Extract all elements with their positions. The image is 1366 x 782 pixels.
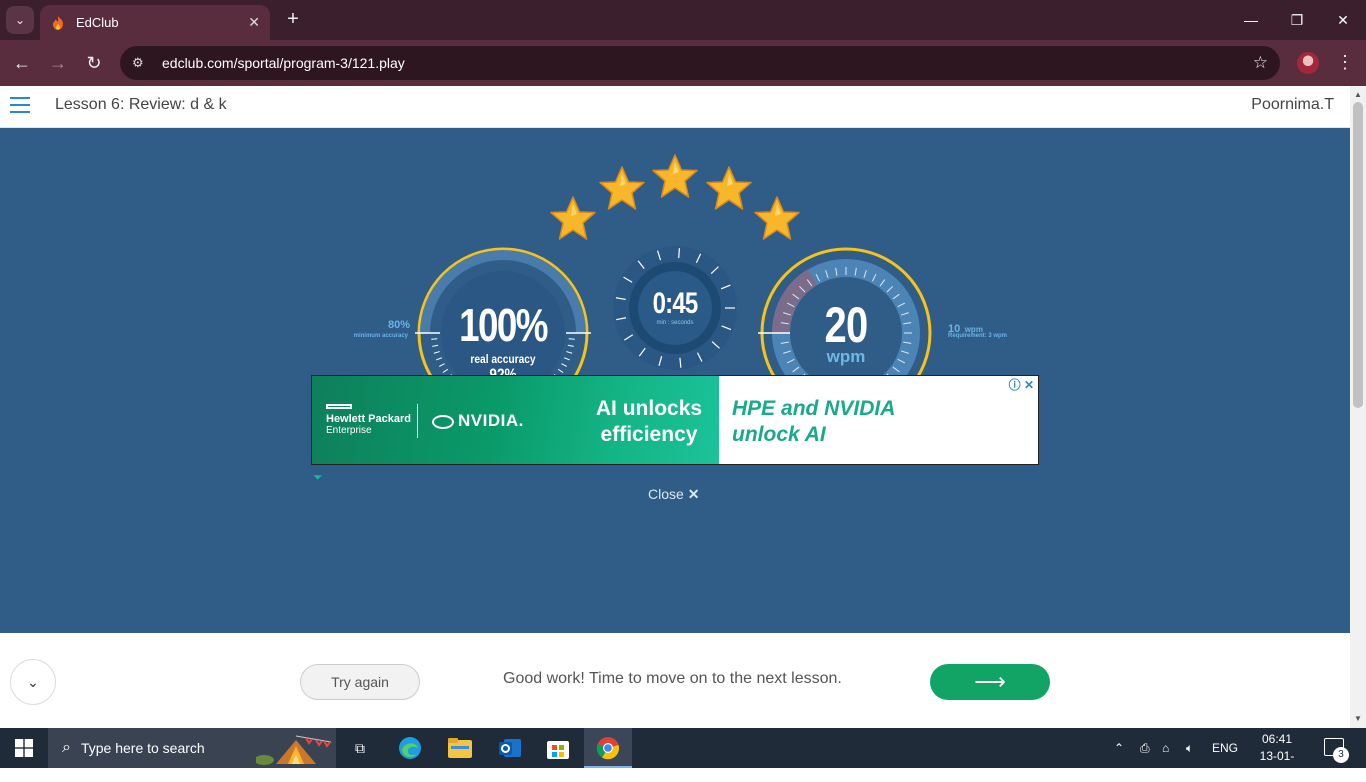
ad-headline: AI unlocks efficiency: [574, 396, 724, 448]
menu-kebab-icon[interactable]: ⋮: [1336, 52, 1354, 73]
search-placeholder: Type here to search: [80, 740, 205, 756]
edge-browser-icon[interactable]: [396, 734, 424, 762]
scroll-down-icon[interactable]: ▼: [1354, 714, 1362, 723]
show-hidden-icons-icon[interactable]: ⌃: [1114, 728, 1124, 768]
chrome-icon[interactable]: [594, 734, 622, 762]
lesson-title: Lesson 6: Review: d & k: [55, 96, 227, 113]
search-icon: ⌕: [62, 739, 71, 756]
nvidia-eye-icon: [432, 414, 454, 429]
new-tab-button[interactable]: +: [282, 8, 304, 30]
hpe-line1: Hewlett Packard: [326, 413, 411, 425]
ad-green-panel: Hewlett Packard Enterprise NVIDIA. AI un…: [312, 376, 719, 464]
nvidia-logo: NVIDIA.: [432, 411, 524, 431]
accuracy-value: 100%: [459, 299, 548, 351]
ad-divider: [417, 404, 418, 438]
microsoft-store-icon[interactable]: [544, 734, 572, 762]
speed-unit: wpm: [826, 347, 866, 366]
result-message: Good work! Time to move on to the next l…: [503, 670, 842, 687]
edclub-favicon-icon: [53, 15, 63, 30]
chevron-down-icon[interactable]: ⌄: [10, 659, 56, 705]
meet-now-icon[interactable]: ⎙: [1140, 728, 1150, 768]
hpe-logo-text: Hewlett Packard Enterprise: [326, 413, 411, 437]
reload-icon[interactable]: ↻: [81, 50, 107, 76]
star-icon: [706, 166, 752, 210]
gauge-tick: [568, 338, 575, 340]
ad-headline-line2: efficiency: [600, 423, 698, 446]
arrow-right-icon: ⟶: [974, 669, 1006, 694]
scroll-thumb[interactable]: [1353, 102, 1363, 408]
windows-start-button[interactable]: [0, 728, 48, 768]
ad-right-line2: unlock AI: [732, 423, 826, 446]
file-explorer-icon[interactable]: [446, 734, 474, 762]
star-icon: [754, 196, 800, 240]
system-clock[interactable]: 06:41 13-01-2025: [1248, 731, 1306, 782]
adchoices-icon[interactable]: ⓘ ✕: [1006, 376, 1036, 393]
close-ad-label: Close: [648, 486, 684, 502]
user-name[interactable]: Poornima.T: [1251, 96, 1334, 114]
tab-search-button[interactable]: ⌄: [6, 6, 34, 34]
gauge-tick: [431, 338, 438, 340]
url-text[interactable]: edclub.com/sportal/program-3/121.play: [162, 55, 405, 71]
back-icon[interactable]: ←: [9, 50, 35, 76]
task-view-icon[interactable]: ⧉: [346, 734, 374, 762]
duration-value: 0:45: [652, 287, 699, 320]
speed-value: 20: [824, 297, 869, 353]
browser-tab[interactable]: EdClub ✕: [40, 5, 270, 40]
minimize-icon[interactable]: —: [1228, 0, 1274, 40]
ad-banner[interactable]: Hewlett Packard Enterprise NVIDIA. AI un…: [311, 375, 1039, 465]
nvidia-text: NVIDIA.: [458, 411, 524, 430]
profile-avatar[interactable]: [1297, 52, 1319, 74]
scroll-up-icon[interactable]: ▲: [1354, 90, 1362, 99]
window-close-icon[interactable]: ✕: [1320, 0, 1366, 40]
notification-count-badge: 3: [1333, 747, 1349, 763]
ad-right-line1: HPE and NVIDIA: [732, 397, 896, 420]
minimum-accuracy-value: 80%: [387, 319, 410, 331]
close-icon: ✕: [687, 486, 700, 502]
outlook-icon[interactable]: [496, 734, 524, 762]
ad-headline-line1: AI unlocks: [595, 397, 703, 420]
try-again-button[interactable]: Try again: [300, 664, 420, 700]
bookmark-star-icon[interactable]: ☆: [1253, 53, 1268, 73]
star-icon: [599, 166, 645, 210]
restore-icon[interactable]: ❐: [1274, 0, 1320, 40]
tab-close-icon[interactable]: ✕: [248, 14, 260, 31]
address-bar[interactable]: ⚙ edclub.com/sportal/program-3/121.play …: [120, 46, 1280, 80]
gauge-tick: [678, 248, 681, 259]
site-info-icon[interactable]: ⚙: [132, 55, 150, 71]
star-icon: [652, 154, 698, 198]
hpe-logo-icon: [326, 404, 352, 409]
close-ad-button[interactable]: Close ✕: [648, 486, 700, 503]
star-icon: [550, 196, 596, 240]
input-language[interactable]: ENG: [1212, 728, 1238, 768]
windows-taskbar: ⌕ Type here to search ⧉ ⌃ ⎙ ⌂ 🔈︎ ENG 06:…: [0, 728, 1366, 780]
clock-date: 13-01-2025: [1259, 749, 1295, 780]
lesson-footer: ⌄ Try again Good work! Time to move on t…: [0, 633, 1350, 728]
taskbar-search-box[interactable]: ⌕ Type here to search: [48, 728, 336, 768]
real-accuracy-label: real accuracy: [470, 352, 536, 366]
page-header: Lesson 6: Review: d & k Poornima.T: [0, 86, 1350, 128]
ad-marker-icon[interactable]: ⏷: [313, 470, 323, 485]
browser-tabstrip: ⌄ EdClub ✕ + — ❐ ✕: [0, 0, 1366, 40]
browser-toolbar: ← → ↻ ⚙ edclub.com/sportal/program-3/121…: [0, 40, 1366, 86]
forward-icon[interactable]: →: [45, 50, 71, 76]
page-scrollbar[interactable]: ▲ ▼: [1350, 86, 1366, 728]
speed-target-label: Requirement: 3 wpm: [948, 333, 1008, 339]
windows-logo-icon: [15, 739, 33, 757]
hpe-line2: Enterprise: [326, 425, 372, 436]
minimum-accuracy-label: minimum accuracy: [353, 333, 408, 339]
tab-title: EdClub: [76, 15, 119, 30]
search-highlight-art-icon: [256, 735, 332, 765]
clock-time: 06:41: [1261, 732, 1293, 746]
ad-right-text: HPE and NVIDIA unlock AI: [732, 396, 895, 448]
duration-unit: min : seconds: [656, 320, 694, 326]
hamburger-menu-icon[interactable]: [10, 97, 30, 113]
network-icon[interactable]: ⌂: [1162, 728, 1169, 768]
volume-icon[interactable]: 🔈︎: [1186, 728, 1193, 768]
next-lesson-button[interactable]: ⟶: [930, 664, 1050, 700]
star-rating: [550, 154, 800, 240]
